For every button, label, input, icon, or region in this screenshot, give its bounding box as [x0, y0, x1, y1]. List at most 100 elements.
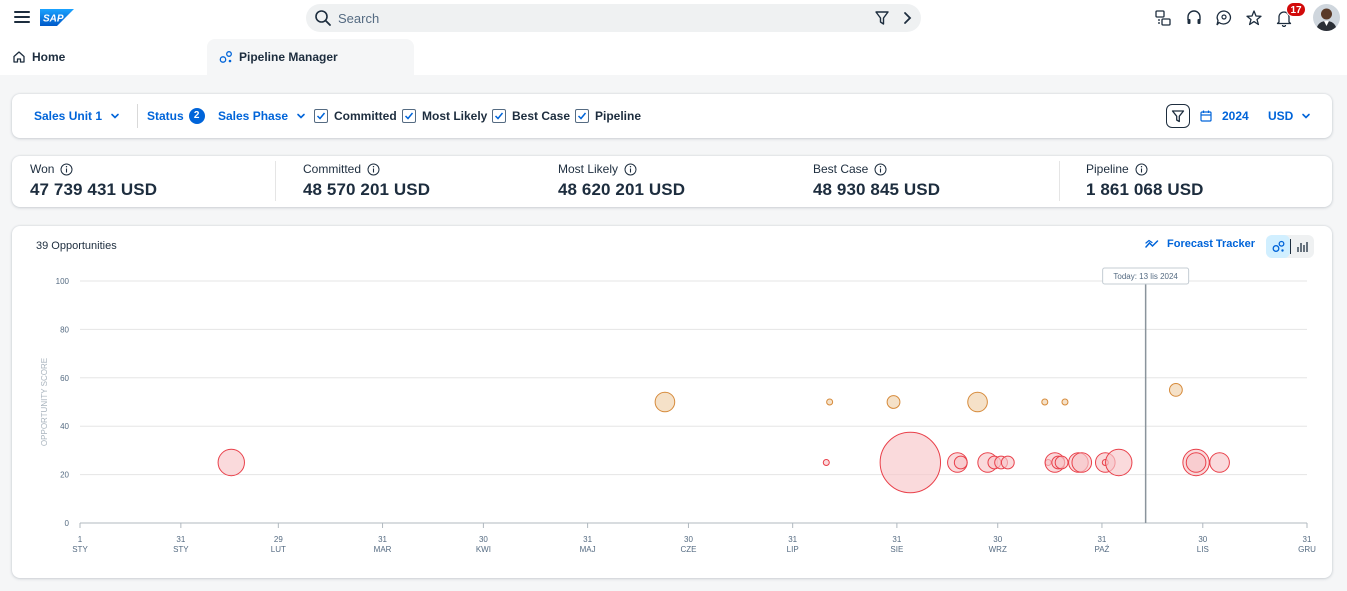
opportunity-bubble [886, 395, 901, 409]
checkbox-icon[interactable] [314, 109, 328, 123]
star-icon[interactable] [1245, 9, 1263, 27]
x-tick-month-label: STY [72, 545, 88, 554]
info-icon[interactable] [60, 163, 73, 176]
search-field[interactable]: Search [306, 4, 921, 32]
kpi-value: 48 570 201 USD [303, 180, 431, 199]
x-tick-month-label: MAR [374, 545, 392, 554]
today-label: Today: 13 lis 2024 [1113, 272, 1178, 281]
kpi-pipeline: Pipeline 1 861 068 USD [1086, 162, 1204, 200]
kpi-committed: Committed 48 570 201 USD [303, 162, 430, 200]
opportunity-bubble [1209, 452, 1230, 473]
divider [137, 104, 138, 128]
tab-home[interactable]: Home [12, 39, 65, 75]
kpi-label: Most Likely [558, 162, 619, 176]
shell-bar: SAP Search 17 [0, 0, 1347, 36]
filter-icon [1171, 110, 1185, 123]
year-value: 2024 [1222, 109, 1249, 123]
kpi-won: Won 47 739 431 USD [30, 162, 157, 200]
opportunity-bubble-chart: 020406080100OPPORTUNITY SCORE1STY31STY29… [40, 267, 1316, 554]
status-filter[interactable]: Status 2 [147, 94, 205, 138]
info-icon[interactable] [624, 163, 637, 176]
sap-logo[interactable]: SAP [40, 9, 74, 26]
chevron-down-icon [111, 113, 119, 119]
sales-phase-label: Sales Phase [218, 109, 289, 123]
kpi-value: 47 739 431 USD [30, 180, 158, 199]
x-tick-day-label: 31 [176, 535, 185, 544]
sales-unit-select[interactable]: Sales Unit 1 [34, 94, 120, 138]
x-tick-day-label: 30 [993, 535, 1002, 544]
y-tick-label: 0 [65, 519, 70, 528]
info-icon[interactable] [367, 163, 380, 176]
kpi-most-likely: Most Likely 48 620 201 USD [558, 162, 685, 200]
x-tick-day-label: 30 [479, 535, 488, 544]
menu-icon[interactable] [14, 11, 30, 25]
info-icon[interactable] [874, 163, 887, 176]
chevron-right-icon[interactable] [900, 11, 914, 25]
x-tick-day-label: 31 [892, 535, 901, 544]
filter-bar: Sales Unit 1 Status 2 Sales Phase Commit… [12, 94, 1332, 138]
checkbox-icon[interactable] [492, 109, 506, 123]
opportunity-bubble [1041, 398, 1049, 406]
checkbox-most-likely[interactable]: Most Likely [402, 94, 487, 138]
checkbox-committed[interactable]: Committed [314, 94, 397, 138]
opportunity-bubble [879, 431, 942, 494]
x-tick-month-label: STY [173, 545, 189, 554]
sales-phase-select[interactable]: Sales Phase [218, 94, 306, 138]
headset-icon[interactable] [1185, 9, 1203, 27]
currency-select[interactable]: USD [1268, 94, 1311, 138]
status-label: Status [147, 109, 184, 123]
x-tick-day-label: 31 [1097, 535, 1106, 544]
divider [1059, 161, 1060, 201]
year-select[interactable]: 2024 [1200, 94, 1249, 138]
tab-label: Pipeline Manager [239, 50, 338, 64]
checkbox-label: Best Case [512, 109, 571, 123]
opportunity-bubble [217, 448, 245, 477]
y-tick-label: 40 [60, 422, 69, 431]
y-tick-label: 100 [56, 277, 70, 286]
x-tick-day-label: 31 [583, 535, 592, 544]
opportunity-bubble [1168, 383, 1183, 397]
kpi-label: Won [30, 162, 55, 176]
checkbox-label: Most Likely [422, 109, 488, 123]
joule-icon[interactable] [1154, 9, 1172, 27]
opportunity-bubble [1185, 452, 1207, 473]
divider [275, 161, 276, 201]
x-tick-month-label: CZE [680, 545, 696, 554]
opportunity-bubble [822, 459, 830, 466]
currency-value: USD [1268, 109, 1294, 123]
checkbox-icon[interactable] [402, 109, 416, 123]
y-tick-label: 60 [60, 374, 69, 383]
checkbox-best-case[interactable]: Best Case [492, 94, 570, 138]
x-tick-month-label: LIP [787, 545, 799, 554]
checkbox-icon[interactable] [575, 109, 589, 123]
kpi-value: 48 620 201 USD [558, 180, 686, 199]
filter-button[interactable] [1166, 104, 1190, 128]
notification-badge: 17 [1286, 2, 1306, 17]
kpi-label: Committed [303, 162, 362, 176]
chart-card: 39 Opportunities Forecast Tracker 0 20 40 6… [12, 226, 1332, 578]
x-tick-month-label: LUT [271, 545, 286, 554]
x-tick-month-label: PAŹ [1094, 545, 1109, 554]
user-avatar[interactable] [1313, 4, 1340, 31]
x-tick-day-label: 29 [274, 535, 283, 544]
tab-bar: Home Pipeline Manager [0, 36, 1347, 75]
info-icon[interactable] [1135, 163, 1148, 176]
x-tick-month-label: LIS [1197, 545, 1209, 554]
home-icon [13, 51, 25, 63]
tab-pipeline-manager[interactable]: Pipeline Manager [207, 39, 414, 75]
calendar-icon [1200, 110, 1212, 122]
search-input[interactable]: Search [338, 11, 379, 26]
tab-label: Home [32, 50, 66, 64]
filter-icon[interactable] [874, 10, 890, 26]
checkbox-pipeline[interactable]: Pipeline [575, 94, 641, 138]
pipeline-icon [219, 51, 232, 63]
kpi-value: 48 930 845 USD [813, 180, 941, 199]
search-icon [315, 10, 331, 26]
kpi-value: 1 861 068 USD [1086, 180, 1204, 199]
opportunity-bubble [1000, 455, 1015, 470]
x-tick-day-label: 31 [378, 535, 387, 544]
x-tick-day-label: 31 [788, 535, 797, 544]
opportunity-bubble [967, 391, 988, 413]
x-tick-month-label: GRU [1298, 545, 1316, 554]
chat-icon[interactable] [1215, 9, 1233, 27]
